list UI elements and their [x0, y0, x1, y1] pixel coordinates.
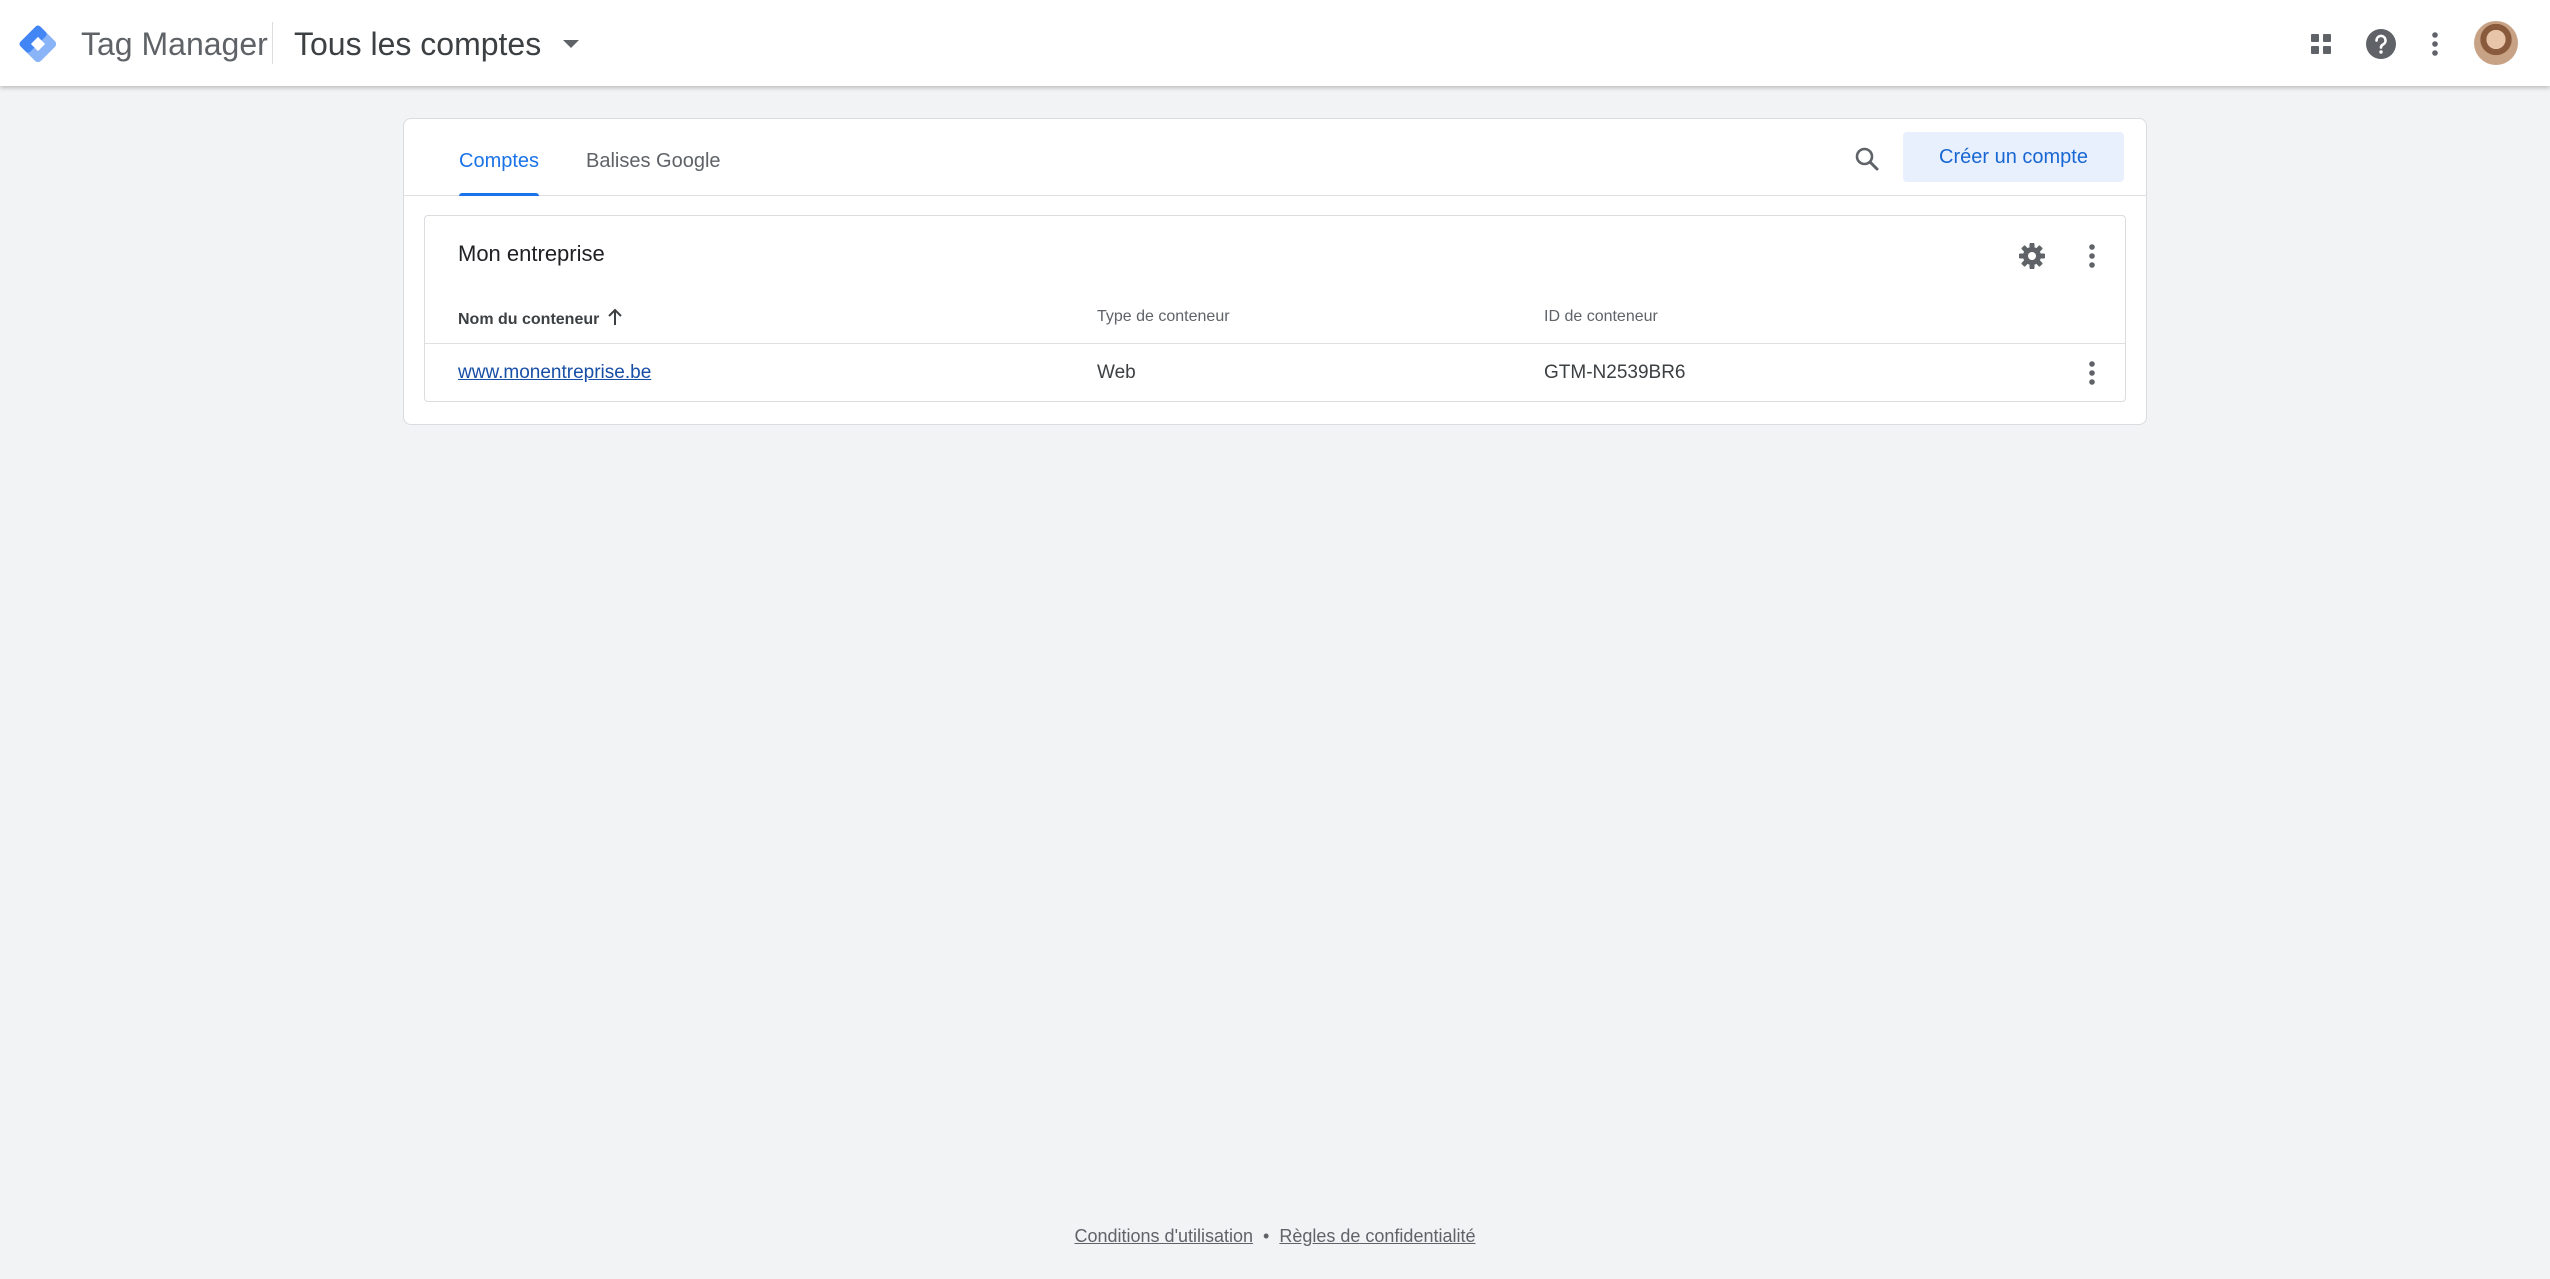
- account-card: Mon entreprise Nom du conteneur Type de …: [424, 215, 2126, 402]
- account-switcher[interactable]: Tous les comptes: [294, 20, 580, 68]
- table-divider: [425, 343, 2125, 344]
- terms-link[interactable]: Conditions d'utilisation: [1075, 1226, 1254, 1247]
- column-header-container-name[interactable]: Nom du conteneur: [458, 308, 623, 331]
- container-id: GTM-N2539BR6: [1544, 362, 1686, 383]
- privacy-link[interactable]: Règles de confidentialité: [1279, 1226, 1475, 1247]
- column-header-container-type[interactable]: Type de conteneur: [1097, 308, 1230, 326]
- more-vert-icon[interactable]: [2413, 22, 2457, 66]
- avatar[interactable]: [2474, 21, 2518, 65]
- help-icon[interactable]: [2359, 22, 2403, 66]
- footer-separator: •: [1263, 1226, 1270, 1246]
- app-bar: Tag Manager Tous les comptes: [0, 0, 2550, 86]
- footer: Conditions d'utilisation • Règles de con…: [0, 1226, 2550, 1247]
- sort-arrow-up-icon[interactable]: [607, 308, 623, 331]
- column-header-label: Nom du conteneur: [458, 310, 600, 328]
- tabs-bar: Comptes Balises Google Créer un compte: [404, 119, 2146, 196]
- gear-icon[interactable]: [2010, 234, 2054, 278]
- accounts-card: Comptes Balises Google Créer un compte M…: [403, 118, 2147, 425]
- row-more-icon[interactable]: [2070, 351, 2114, 395]
- caret-down-icon: [563, 40, 580, 48]
- tab-comptes[interactable]: Comptes: [459, 149, 540, 196]
- account-switcher-label: Tous les comptes: [294, 25, 542, 62]
- container-name-link[interactable]: www.monentreprise.be: [458, 362, 651, 384]
- apps-grid-icon[interactable]: [2299, 22, 2343, 66]
- column-header-container-id[interactable]: ID de conteneur: [1544, 308, 1658, 326]
- tag-manager-logo-icon[interactable]: [16, 22, 60, 66]
- appbar-divider: [272, 22, 273, 64]
- product-name: Tag Manager: [81, 26, 268, 62]
- tab-balises-google[interactable]: Balises Google: [586, 149, 721, 195]
- create-account-button[interactable]: Créer un compte: [1903, 132, 2124, 182]
- account-more-icon[interactable]: [2070, 234, 2114, 278]
- search-icon[interactable]: [1845, 137, 1889, 181]
- account-name: Mon entreprise: [458, 241, 605, 266]
- container-type: Web: [1097, 362, 1136, 383]
